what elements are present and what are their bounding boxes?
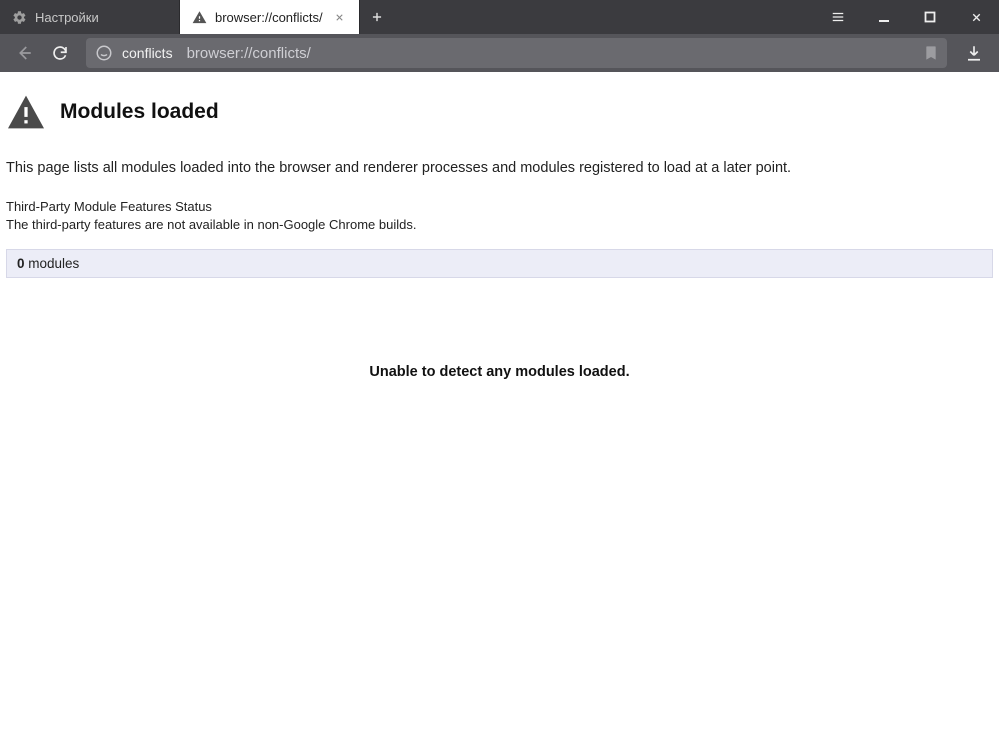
address-hostname: conflicts (122, 45, 179, 61)
warning-icon (6, 94, 46, 130)
page-description: This page lists all modules loaded into … (6, 160, 993, 176)
module-count: 0 (17, 256, 25, 271)
tab-conflicts[interactable]: browser://conflicts/ (180, 0, 360, 34)
titlebar: Настройки browser://conflicts/ (0, 0, 999, 34)
reload-button[interactable] (44, 37, 76, 69)
titlebar-drag-area (394, 0, 815, 34)
page-content: Modules loaded This page lists all modul… (0, 72, 999, 749)
back-button[interactable] (8, 37, 40, 69)
third-party-title: Third-Party Module Features Status (6, 198, 993, 216)
third-party-status: Third-Party Module Features Status The t… (6, 198, 993, 233)
tab-settings[interactable]: Настройки (0, 0, 180, 34)
third-party-message: The third-party features are not availab… (6, 216, 993, 234)
close-tab-icon[interactable] (332, 12, 347, 23)
modules-summary-bar: 0 modules (6, 249, 993, 278)
close-window-button[interactable] (953, 0, 999, 34)
tab-label: Настройки (35, 10, 99, 25)
address-bar[interactable]: conflicts browser://conflicts/ (86, 38, 947, 68)
maximize-button[interactable] (907, 0, 953, 34)
address-url: browser://conflicts/ (187, 45, 311, 62)
toolbar: conflicts browser://conflicts/ (0, 34, 999, 72)
module-count-label: modules (25, 256, 80, 271)
warning-icon (192, 10, 207, 25)
page-title: Modules loaded (60, 100, 219, 124)
new-tab-button[interactable] (360, 0, 394, 34)
window-controls (861, 0, 999, 34)
bookmark-icon[interactable] (923, 45, 939, 61)
downloads-button[interactable] (957, 37, 991, 69)
page-header: Modules loaded (6, 94, 993, 146)
empty-state-message: Unable to detect any modules loaded. (6, 364, 993, 380)
site-identity-icon[interactable] (94, 43, 114, 63)
hamburger-menu-icon[interactable] (815, 0, 861, 34)
tab-label: browser://conflicts/ (215, 10, 323, 25)
minimize-button[interactable] (861, 0, 907, 34)
gear-icon (12, 10, 27, 25)
